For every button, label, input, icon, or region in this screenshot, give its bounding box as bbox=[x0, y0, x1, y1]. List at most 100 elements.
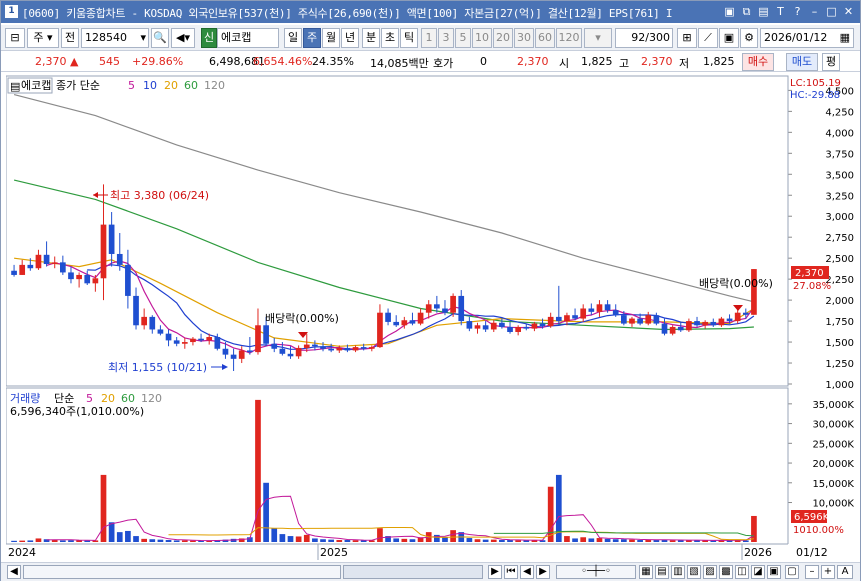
x-label-2025: 2025 bbox=[320, 546, 348, 559]
candle-body bbox=[637, 318, 643, 324]
first-icon[interactable]: ⏮ bbox=[504, 565, 518, 579]
title-bar[interactable]: 1 [0600] 키움종합차트 - KOSDAQ 외국인보유[537(천)] 주… bbox=[1, 1, 860, 23]
candle-body bbox=[474, 325, 481, 329]
tab-day[interactable]: 일 bbox=[284, 28, 302, 48]
tool5-icon[interactable]: ▨ bbox=[703, 565, 717, 579]
candle-body bbox=[141, 316, 147, 326]
buy-button[interactable]: 매수 bbox=[742, 53, 774, 71]
volume-bar bbox=[76, 540, 82, 542]
chart-window: 1 [0600] 키움종합차트 - KOSDAQ 외국인보유[537(천)] 주… bbox=[0, 0, 861, 581]
save-icon[interactable]: ▣ bbox=[719, 28, 739, 48]
volume-bar bbox=[482, 539, 489, 542]
tool9-icon[interactable]: ▣ bbox=[767, 565, 781, 579]
candle-body bbox=[572, 315, 578, 319]
interval-10[interactable]: 10 bbox=[472, 28, 492, 48]
volume-bar bbox=[11, 540, 17, 542]
search-icon[interactable]: 🔍 bbox=[151, 28, 169, 48]
zoom-in-icon[interactable]: + bbox=[821, 565, 835, 579]
help-icon[interactable]: ? bbox=[790, 4, 805, 19]
zoom-out-icon[interactable]: – bbox=[805, 565, 819, 579]
tool1-icon[interactable]: ▦ bbox=[639, 565, 653, 579]
candle-body bbox=[92, 278, 99, 284]
line-tool-icon[interactable]: ⟋ bbox=[698, 28, 718, 48]
volume-legend-title: 단순 bbox=[54, 392, 74, 405]
volume-bar bbox=[125, 530, 131, 542]
tile-icon[interactable]: ▤ bbox=[756, 4, 771, 19]
stock-name-field[interactable]: 에코캡 bbox=[217, 28, 279, 48]
restore-icon[interactable]: ⧉ bbox=[739, 4, 754, 19]
code-input[interactable]: 128540 ▾ bbox=[81, 28, 149, 48]
interval-1[interactable]: 1 bbox=[421, 28, 437, 48]
candle-body bbox=[434, 304, 440, 309]
volume-bar bbox=[393, 538, 400, 542]
tab-month[interactable]: 월 bbox=[322, 28, 340, 48]
interval-60[interactable]: 60 bbox=[535, 28, 555, 48]
hc-label: HC:-29.88 bbox=[790, 90, 840, 101]
chart-area[interactable]: 4,500 4,250 4,000 3,750 3,500 3,250 3,000 2,750… bbox=[5, 74, 857, 562]
sell-button[interactable]: 매도 bbox=[786, 53, 818, 71]
ma20-legend: 20 bbox=[164, 79, 178, 92]
candle-body bbox=[523, 326, 530, 329]
current-price-axis-label: 2,370 bbox=[795, 268, 824, 279]
zoom-slider[interactable]: ◦─┼─◦ bbox=[556, 565, 636, 579]
dividend2-text: 배당락(0.00%) bbox=[699, 277, 773, 290]
volume-tick-label: 25,000K bbox=[812, 439, 854, 450]
volume-bar bbox=[572, 538, 578, 542]
ma60-legend: 60 bbox=[184, 79, 198, 92]
close-icon[interactable]: ✕ bbox=[841, 4, 856, 19]
hoga-label: 호가 bbox=[433, 57, 454, 70]
font-size-icon[interactable]: A bbox=[837, 565, 853, 579]
scroll-thumb[interactable] bbox=[343, 565, 483, 579]
chart-icon[interactable]: ▣ bbox=[722, 4, 737, 19]
tool7-icon[interactable]: ◫ bbox=[735, 565, 749, 579]
volume-bar bbox=[604, 538, 611, 542]
interval-20[interactable]: 20 bbox=[493, 28, 513, 48]
tab-week[interactable]: 주 bbox=[303, 28, 321, 48]
interval-30[interactable]: 30 bbox=[514, 28, 534, 48]
interval-5[interactable]: 5 bbox=[455, 28, 471, 48]
speaker-icon[interactable]: ◀▾ bbox=[171, 28, 195, 48]
tool4-icon[interactable]: ▧ bbox=[687, 565, 701, 579]
tool6-icon[interactable]: ▩ bbox=[719, 565, 733, 579]
candle-body bbox=[100, 224, 107, 279]
next-icon[interactable]: ▶ bbox=[536, 565, 550, 579]
interval-dropdown[interactable]: ▾ bbox=[584, 28, 612, 48]
scroll-left-icon[interactable]: ◀ bbox=[7, 565, 21, 579]
tool-icon[interactable]: T bbox=[773, 4, 788, 19]
all-button[interactable]: 전 bbox=[61, 28, 79, 48]
play-icon[interactable]: ▶ bbox=[488, 565, 502, 579]
tool8-icon[interactable]: ◪ bbox=[751, 565, 765, 579]
low-label: 저 bbox=[679, 57, 690, 70]
candle-body bbox=[84, 274, 91, 284]
layout-icon[interactable]: ⊟ bbox=[5, 28, 25, 48]
date-input[interactable]: 2026/01/12 ▦ bbox=[760, 28, 854, 48]
candle-body bbox=[677, 326, 684, 331]
gear-icon[interactable]: ⚙ bbox=[740, 28, 758, 48]
candle-body bbox=[68, 272, 74, 280]
tab-year[interactable]: 년 bbox=[341, 28, 359, 48]
minimize-icon[interactable]: – bbox=[807, 4, 822, 19]
tool3-icon[interactable]: ▥ bbox=[671, 565, 685, 579]
tab-minute[interactable]: 분 bbox=[362, 28, 380, 48]
tab-second[interactable]: 초 bbox=[381, 28, 399, 48]
prev-icon[interactable]: ◀ bbox=[520, 565, 534, 579]
volume-bar bbox=[263, 482, 269, 542]
price-tick-label: 1,250 bbox=[825, 359, 854, 370]
period-select[interactable]: 주 ▾ bbox=[27, 28, 59, 48]
eval-button[interactable]: 평 bbox=[822, 53, 840, 71]
candle-body bbox=[401, 320, 408, 326]
interval-120[interactable]: 120 bbox=[556, 28, 582, 48]
volume-bar bbox=[35, 538, 42, 542]
tool2-icon[interactable]: ▤ bbox=[655, 565, 669, 579]
tool10-icon[interactable]: ▢ bbox=[785, 565, 799, 579]
candle-body bbox=[352, 347, 359, 351]
chart-svg[interactable]: 4,5004,2504,0003,7503,5003,2503,0002,750… bbox=[5, 74, 857, 562]
tab-tick[interactable]: 틱 bbox=[400, 28, 418, 48]
count-input[interactable]: 92/300 bbox=[615, 28, 673, 48]
scroll-track[interactable] bbox=[23, 565, 341, 579]
candle-body bbox=[596, 304, 603, 312]
candle-type-icon[interactable]: ⊞ bbox=[677, 28, 697, 48]
volume-bar bbox=[466, 538, 473, 542]
maximize-icon[interactable]: □ bbox=[824, 4, 839, 19]
interval-3[interactable]: 3 bbox=[438, 28, 454, 48]
